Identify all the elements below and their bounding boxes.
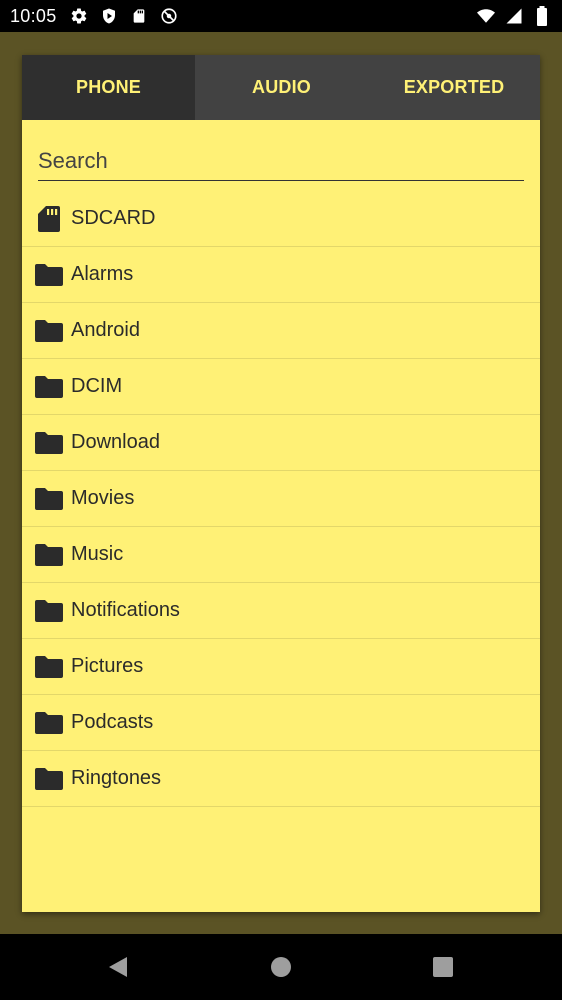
gear-icon	[69, 6, 89, 26]
list-item-label: Alarms	[71, 263, 134, 285]
folder-icon	[35, 599, 63, 623]
folder-icon	[35, 711, 63, 735]
signal-icon	[504, 6, 524, 26]
folder-icon	[35, 655, 63, 679]
list-item-label: Pictures	[71, 655, 144, 677]
list-item-label: SDCARD	[71, 207, 156, 229]
file-list: SDCARD Alarms Android DCIM Download Movi…	[22, 191, 540, 807]
list-item-pictures[interactable]: Pictures	[22, 639, 540, 695]
status-left-icons	[69, 6, 179, 26]
list-item-music[interactable]: Music	[22, 527, 540, 583]
list-item-alarms[interactable]: Alarms	[22, 247, 540, 303]
list-item-label: Notifications	[71, 599, 180, 621]
folder-icon	[35, 319, 63, 343]
no-sync-icon	[159, 6, 179, 26]
list-item-label: Ringtones	[71, 767, 162, 789]
tab-audio[interactable]: AUDIO	[195, 55, 368, 120]
tab-phone[interactable]: PHONE	[22, 55, 195, 120]
folder-icon	[35, 543, 63, 567]
search-container	[22, 120, 540, 183]
folder-icon	[35, 375, 63, 399]
tab-bar: PHONE AUDIO EXPORTED	[22, 55, 540, 120]
search-input[interactable]	[38, 144, 524, 181]
sdcard-icon	[35, 205, 63, 232]
folder-icon	[35, 431, 63, 455]
list-item-sdcard[interactable]: SDCARD	[22, 191, 540, 247]
list-item-android[interactable]: Android	[22, 303, 540, 359]
list-item-label: DCIM	[71, 375, 123, 397]
status-time: 10:05	[10, 5, 57, 26]
folder-icon	[35, 487, 63, 511]
list-item-dcim[interactable]: DCIM	[22, 359, 540, 415]
list-item-label: Podcasts	[71, 711, 154, 733]
status-bar: 10:05	[0, 0, 562, 32]
tab-exported[interactable]: EXPORTED	[368, 55, 540, 120]
folder-icon	[35, 767, 63, 791]
back-icon[interactable]	[107, 956, 129, 978]
battery-icon	[532, 6, 552, 26]
shield-icon	[99, 6, 119, 26]
wifi-icon	[476, 6, 496, 26]
list-item-download[interactable]: Download	[22, 415, 540, 471]
list-item-label: Download	[71, 431, 160, 453]
list-item-label: Movies	[71, 487, 135, 509]
list-item-label: Music	[71, 543, 124, 565]
list-item-podcasts[interactable]: Podcasts	[22, 695, 540, 751]
folder-icon	[35, 263, 63, 287]
status-right-icons	[476, 0, 552, 32]
list-item-label: Android	[71, 319, 140, 341]
file-picker-dialog: PHONE AUDIO EXPORTED SDCARD Alarms Andro…	[22, 55, 540, 912]
list-item-ringtones[interactable]: Ringtones	[22, 751, 540, 807]
list-item-notifications[interactable]: Notifications	[22, 583, 540, 639]
list-item-movies[interactable]: Movies	[22, 471, 540, 527]
recents-icon[interactable]	[432, 956, 454, 978]
navigation-bar	[0, 934, 562, 1000]
sdcard-icon	[129, 6, 149, 26]
home-icon[interactable]	[270, 956, 292, 978]
